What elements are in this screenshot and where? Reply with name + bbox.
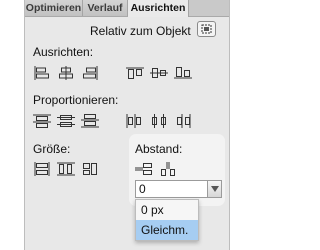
tab-ausrichten[interactable]: Ausrichten bbox=[128, 0, 189, 17]
distribute-center-h-icon[interactable] bbox=[150, 114, 168, 128]
distribute-right-icon[interactable] bbox=[174, 114, 192, 128]
object-frame-icon bbox=[201, 24, 212, 34]
dropdown-option-0px[interactable]: 0 px bbox=[136, 200, 198, 220]
tab-bar: Optimieren Verlauf Ausrichten bbox=[25, 0, 229, 17]
section-groesse-label: Größe: bbox=[33, 142, 71, 156]
align-right-icon[interactable] bbox=[81, 66, 99, 80]
section-proportionieren-label: Proportionieren: bbox=[33, 93, 119, 107]
section-abstand-label: Abstand: bbox=[135, 142, 183, 156]
space-horizontal-icon[interactable] bbox=[159, 162, 177, 176]
tab-verlauf[interactable]: Verlauf bbox=[83, 0, 128, 16]
spacing-input[interactable]: 0 bbox=[135, 180, 208, 198]
relative-to-object-label: Relativ zum Objekt bbox=[90, 24, 191, 38]
align-left-icon[interactable] bbox=[33, 66, 51, 80]
relative-to-object-button[interactable] bbox=[197, 21, 216, 37]
align-middle-v-icon[interactable] bbox=[150, 66, 168, 80]
distribute-bottom-icon[interactable] bbox=[81, 114, 99, 128]
spacing-dropdown-button[interactable] bbox=[207, 180, 222, 198]
dropdown-option-gleichm[interactable]: Gleichm. bbox=[136, 220, 198, 240]
distribute-center-v-icon[interactable] bbox=[57, 114, 75, 128]
spacing-dropdown-menu: 0 px Gleichm. bbox=[135, 199, 199, 241]
triangle-down-icon bbox=[211, 186, 219, 192]
tab-optimieren[interactable]: Optimieren bbox=[25, 0, 83, 16]
distribute-left-icon[interactable] bbox=[126, 114, 144, 128]
match-height-icon[interactable] bbox=[57, 162, 75, 176]
section-ausrichten-label: Ausrichten: bbox=[33, 45, 94, 59]
match-width-icon[interactable] bbox=[33, 162, 51, 176]
match-size-icon[interactable] bbox=[81, 162, 99, 176]
align-panel: Optimieren Verlauf Ausrichten Relativ zu… bbox=[24, 0, 230, 250]
space-vertical-icon[interactable] bbox=[135, 162, 153, 176]
align-center-h-icon[interactable] bbox=[57, 66, 75, 80]
align-top-icon[interactable] bbox=[126, 66, 144, 80]
align-bottom-icon[interactable] bbox=[174, 66, 192, 80]
distribute-top-icon[interactable] bbox=[33, 114, 51, 128]
